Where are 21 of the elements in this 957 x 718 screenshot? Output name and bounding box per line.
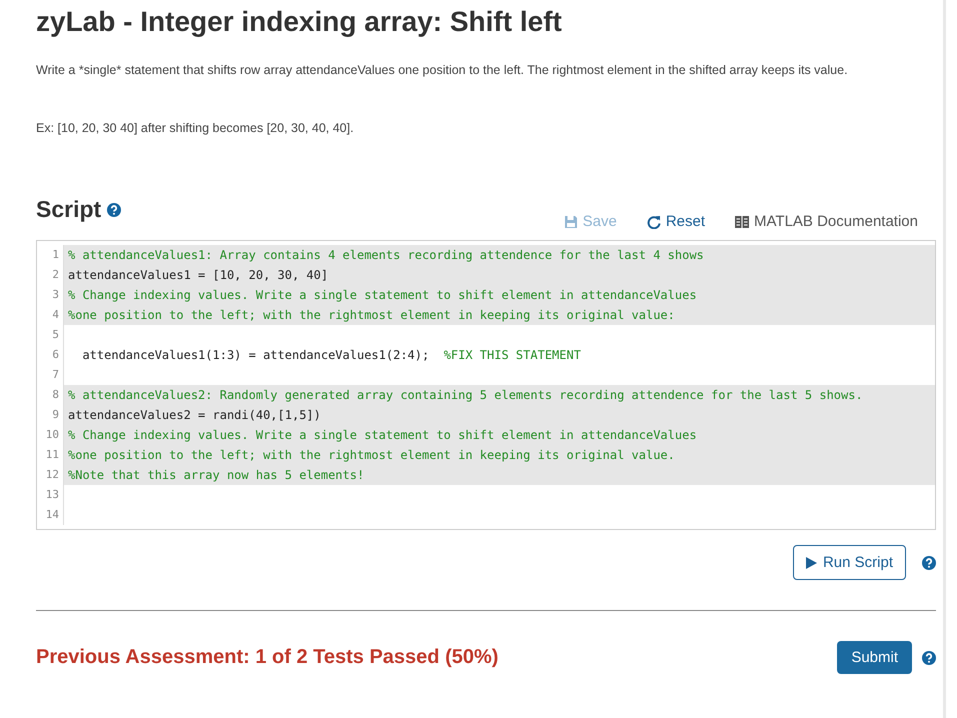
book-icon: [735, 216, 750, 228]
section-heading: Script: [36, 196, 102, 223]
line-number: 6: [37, 345, 64, 365]
line-number: 5: [37, 325, 64, 345]
instructions-text: Ex: [10, 20, 30 40] after shifting becomes [20, 30, 40, 40].: [36, 120, 355, 137]
code-line[interactable]: attendanceValues1(1:3) = attendanceValues1(2:4); %FIX THIS STATEMENT: [64, 345, 935, 365]
help-icon[interactable]: [922, 650, 936, 664]
help-icon[interactable]: [922, 556, 936, 570]
submit-button[interactable]: Submit: [837, 641, 912, 674]
line-number: 7: [37, 365, 64, 385]
page-title: zyLab - Integer indexing array: Shift left: [36, 6, 563, 38]
run-script-button[interactable]: Run Script: [792, 545, 906, 580]
line-number: 14: [37, 505, 64, 525]
assessment-result: Previous Assessment: 1 of 2 Tests Passed (50%): [36, 646, 500, 669]
help-icon[interactable]: [107, 202, 122, 216]
line-number: 13: [37, 485, 64, 505]
instructions-text: Write a *single* statement that shifts row array attendanceValues one position to the left. The rightmost element in the shifted array keeps its value.: [36, 62, 849, 79]
play-icon: [806, 556, 817, 568]
reset-button[interactable]: Reset: [646, 213, 706, 230]
refresh-icon: [646, 214, 661, 228]
docs-button[interactable]: MATLAB Documentation: [735, 213, 918, 230]
